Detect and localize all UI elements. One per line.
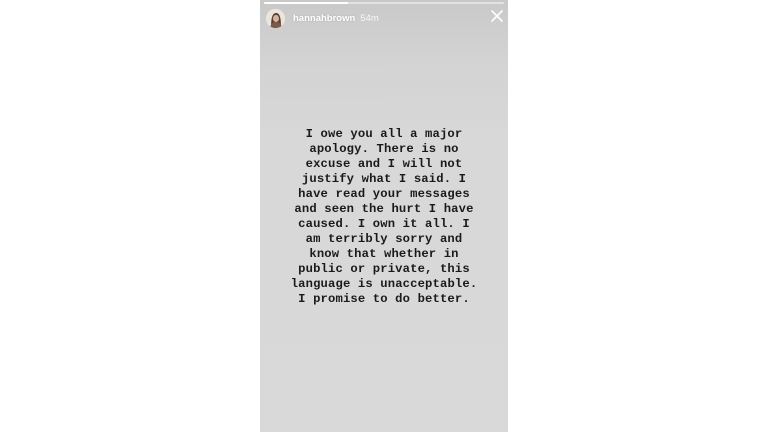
story-progress-fill [264,2,348,4]
story-header: hannahbrown 54m [266,8,502,28]
timestamp: 54m [360,12,379,24]
story-text: I owe you all a major apology. There is … [290,127,478,306]
close-button[interactable] [490,9,504,23]
username[interactable]: hannahbrown [293,13,355,24]
avatar[interactable] [266,8,285,28]
profile-avatar-icon [266,8,285,28]
story-progress-bar [264,2,504,4]
story-viewer[interactable]: hannahbrown 54m I owe you all a major ap… [260,0,508,432]
page: hannahbrown 54m I owe you all a major ap… [0,0,768,432]
close-icon [491,10,503,22]
